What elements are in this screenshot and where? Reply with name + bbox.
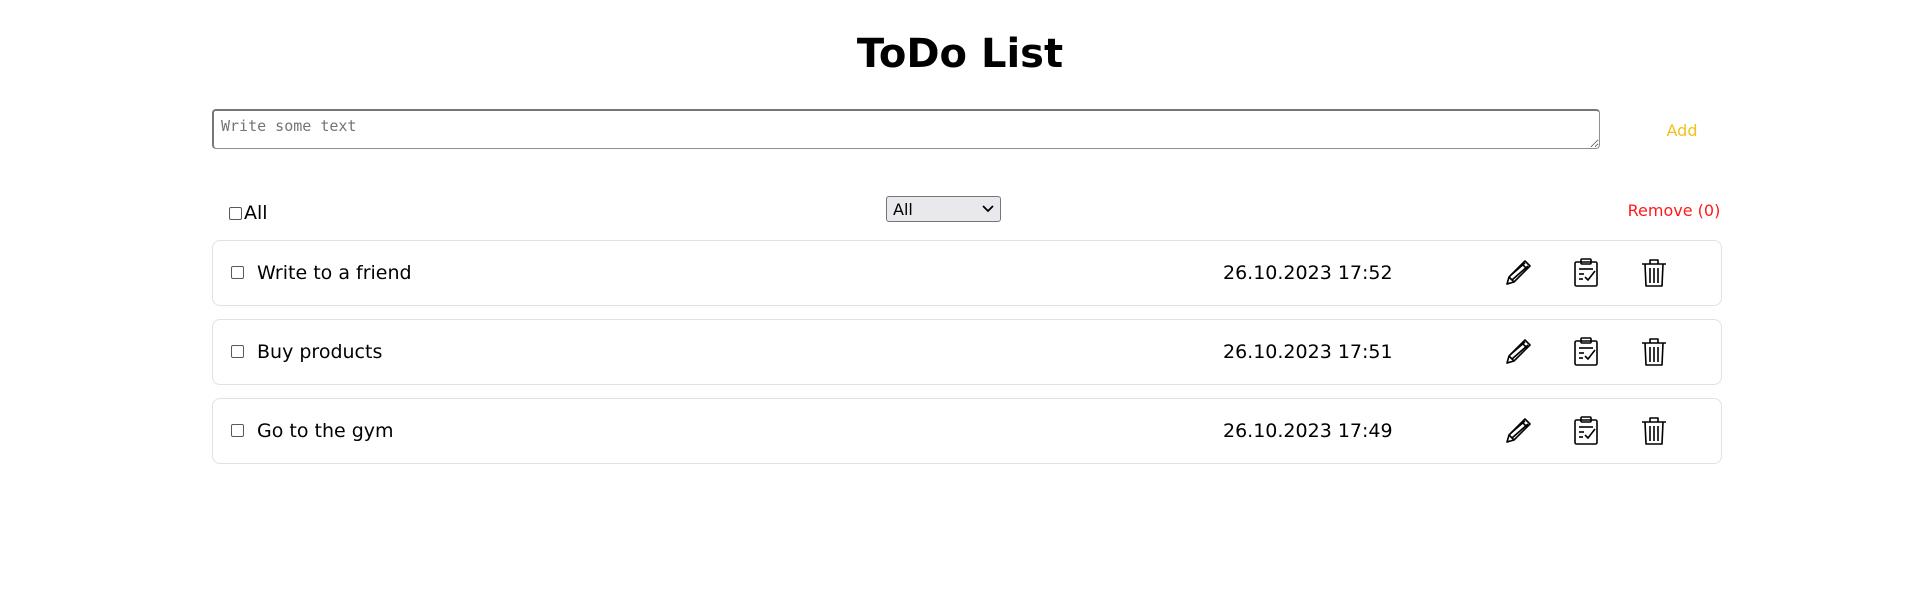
clipboard-check-icon	[1574, 416, 1598, 445]
add-button[interactable]: Add	[1638, 117, 1726, 143]
page-title: ToDo List	[856, 31, 1064, 77]
remove-selected-button[interactable]: Remove (0)	[1624, 198, 1724, 222]
delete-button[interactable]	[1637, 256, 1671, 290]
edit-button[interactable]	[1501, 414, 1535, 448]
filter-select[interactable]: All	[886, 196, 1001, 222]
delete-button[interactable]	[1637, 414, 1671, 448]
filter-selected-value: All	[893, 199, 913, 219]
select-all-checkbox[interactable]	[229, 206, 242, 220]
list-controls: All All Remove (0)	[212, 194, 1722, 226]
todo-item: Go to the gym 26.10.2023 17:49	[212, 398, 1722, 464]
clipboard-check-icon	[1574, 337, 1598, 366]
pencil-icon	[1506, 339, 1531, 364]
todo-text-input[interactable]	[212, 109, 1600, 149]
todo-text: Buy products	[257, 341, 383, 363]
select-all-toggle[interactable]: All	[229, 202, 268, 224]
todo-text: Go to the gym	[257, 420, 394, 442]
complete-button[interactable]	[1569, 256, 1603, 290]
todo-list: Write to a friend 26.10.2023 17:52 Buy p…	[212, 240, 1722, 477]
delete-button[interactable]	[1637, 335, 1671, 369]
edit-button[interactable]	[1501, 335, 1535, 369]
pencil-icon	[1506, 418, 1531, 443]
todo-text: Write to a friend	[257, 262, 412, 284]
todo-checkbox[interactable]	[231, 345, 244, 358]
todo-checkbox[interactable]	[231, 424, 244, 437]
todo-date: 26.10.2023 17:52	[1223, 262, 1393, 284]
complete-button[interactable]	[1569, 335, 1603, 369]
chevron-down-icon	[982, 204, 994, 215]
todo-date: 26.10.2023 17:51	[1223, 341, 1393, 363]
todo-item: Write to a friend 26.10.2023 17:52	[212, 240, 1722, 306]
todo-item: Buy products 26.10.2023 17:51	[212, 319, 1722, 385]
pencil-icon	[1506, 260, 1531, 285]
trash-icon	[1642, 417, 1666, 445]
edit-button[interactable]	[1501, 256, 1535, 290]
todo-page: ToDo List Add All All Remove (0) Write t…	[0, 0, 1920, 599]
trash-icon	[1642, 259, 1666, 287]
new-todo-form: Add	[212, 109, 1712, 151]
complete-button[interactable]	[1569, 414, 1603, 448]
todo-date: 26.10.2023 17:49	[1223, 420, 1393, 442]
trash-icon	[1642, 338, 1666, 366]
todo-checkbox[interactable]	[231, 266, 244, 279]
clipboard-check-icon	[1574, 258, 1598, 287]
select-all-label: All	[244, 202, 268, 224]
